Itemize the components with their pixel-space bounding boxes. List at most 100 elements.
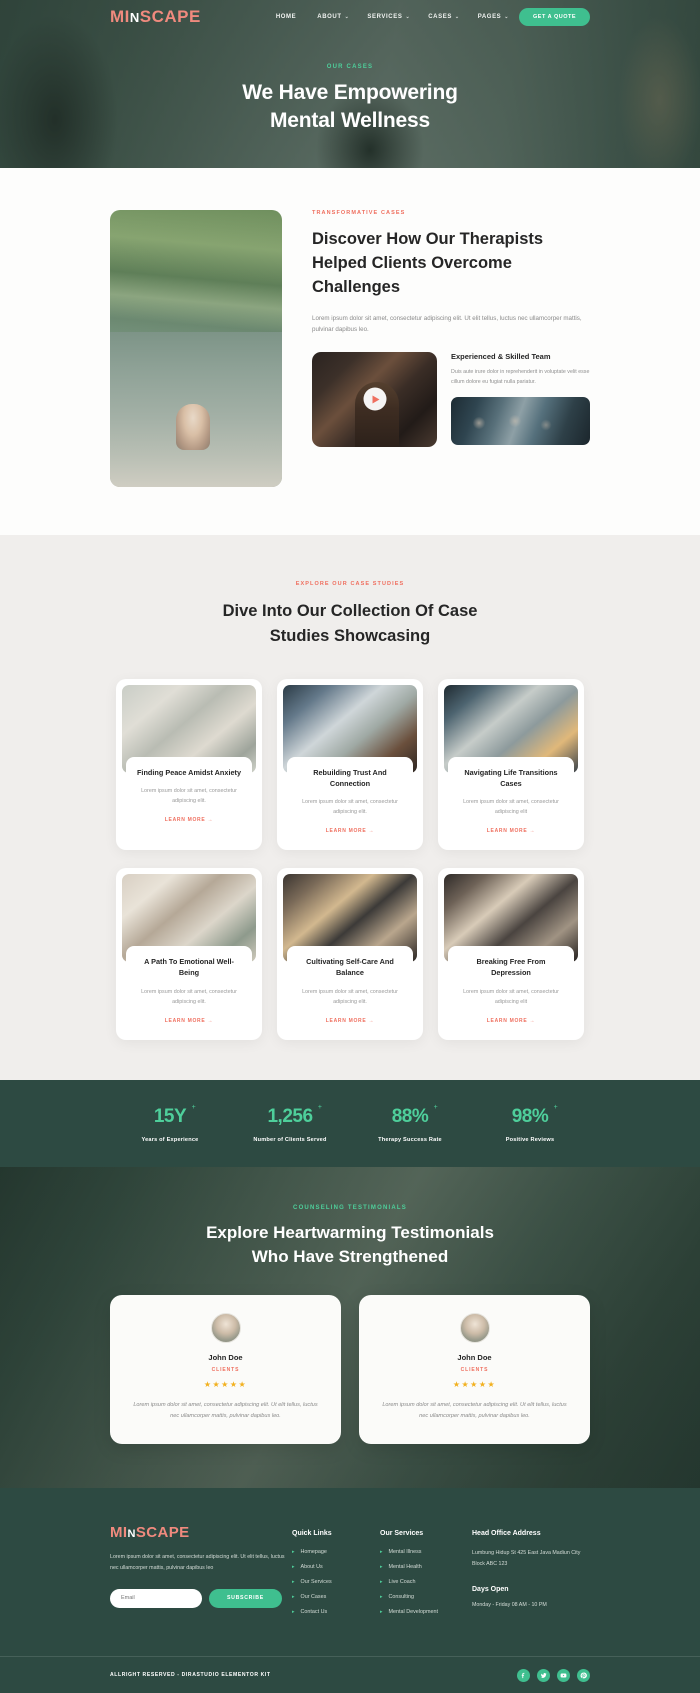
footer-address-text: Lumbung Hidup St 425 East Java Madiun Ci… <box>472 1550 581 1567</box>
testimonial-text: Lorem ipsum dolor sit amet, consectetur … <box>133 1401 318 1420</box>
case-cards-row-1: Finding Peace Amidst Anxiety Lorem ipsum… <box>116 678 584 851</box>
footer-link-consulting[interactable]: ▸ Consulting <box>380 1594 472 1600</box>
learn-more-link[interactable]: LEARN MORE → <box>135 817 243 823</box>
footer-description: Lorem ipsum dolor sit amet, consectetur … <box>110 1554 285 1571</box>
copyright-text: ALLRIGHT RESERVED - DIRASTUDIO ELEMENTOR… <box>110 1672 271 1679</box>
case-card-title: Finding Peace Amidst Anxiety <box>136 767 242 777</box>
footer-logo[interactable]: MINSCAPE <box>110 1524 292 1541</box>
twitter-icon[interactable] <box>537 1668 550 1682</box>
nav-item-services[interactable]: SERVICES ⌄ <box>367 14 410 20</box>
footer-link-label: Our Services <box>300 1579 332 1586</box>
hero-title-line-2: Mental Wellness <box>270 109 430 133</box>
chevron-down-icon: ⌄ <box>405 14 411 20</box>
learn-more-link[interactable]: LEARN MORE → <box>135 1018 243 1024</box>
case-card[interactable]: Rebuilding Trust And Connection Lorem ip… <box>277 678 423 851</box>
case-card[interactable]: Navigating Life Transitions Cases Lorem … <box>438 678 584 851</box>
discover-section: TRANSFORMATIVE CASES Discover How Our Th… <box>0 168 700 535</box>
discover-title: Discover How Our Therapists Helped Clien… <box>312 230 544 296</box>
email-field[interactable] <box>110 1588 202 1608</box>
hero-copy: OUR CASES We Have Empowering Mental Well… <box>0 64 700 136</box>
footer-link-label: Contact Us <box>300 1609 328 1616</box>
learn-more-link[interactable]: LEARN MORE → <box>457 1018 565 1024</box>
stat-plus: + <box>553 1103 558 1111</box>
footer-link-our-cases[interactable]: ▸ Our Cases <box>292 1594 380 1600</box>
learn-more-link[interactable]: LEARN MORE → <box>296 828 404 834</box>
learn-more-link[interactable]: LEARN MORE → <box>457 828 565 834</box>
footer-bottom-bar: ALLRIGHT RESERVED - DIRASTUDIO ELEMENTOR… <box>0 1656 700 1693</box>
youtube-icon[interactable] <box>557 1668 570 1682</box>
chevron-right-icon: ▸ <box>292 1549 295 1556</box>
stat-positive-reviews: 98% + Positive Reviews <box>470 1104 590 1143</box>
learn-more-label: LEARN MORE <box>486 828 528 835</box>
stat-value: 98% + <box>512 1104 558 1128</box>
stat-number: 88% <box>391 1105 429 1127</box>
footer-link-label: Homepage <box>300 1549 327 1556</box>
testimonial-role: CLIENTS <box>460 1366 489 1373</box>
stat-label: Years of Experience <box>141 1136 199 1143</box>
testimonial-card[interactable]: John Doe CLIENTS ★★★★★ Lorem ipsum dolor… <box>359 1294 590 1445</box>
chevron-right-icon: ▸ <box>380 1594 383 1601</box>
team-image <box>451 397 590 446</box>
case-card[interactable]: Cultivating Self-Care And Balance Lorem … <box>277 868 423 1040</box>
case-card[interactable]: A Path To Emotional Well-Being Lorem ips… <box>116 868 262 1040</box>
site-footer: MINSCAPE Lorem ipsum dolor sit amet, con… <box>0 1488 700 1693</box>
stat-clients-served: 1,256 + Number of Clients Served <box>230 1104 350 1143</box>
case-card-description: Lorem ipsum dolor sit amet, consectetur … <box>463 988 559 1005</box>
footer-link-contact-us[interactable]: ▸ Contact Us <box>292 1609 380 1615</box>
learn-more-label: LEARN MORE <box>164 1017 206 1024</box>
learn-more-label: LEARN MORE <box>486 1017 528 1024</box>
footer-days-open-title: Days Open <box>472 1585 509 1593</box>
footer-link-homepage[interactable]: ▸ Homepage <box>292 1549 380 1555</box>
pinterest-icon[interactable] <box>577 1668 590 1682</box>
case-card-description: Lorem ipsum dolor sit amet, consectetur … <box>302 988 398 1005</box>
stat-label: Therapy Success Rate <box>378 1136 442 1143</box>
footer-link-about-us[interactable]: ▸ About Us <box>292 1564 380 1570</box>
cases-title-line-2: Studies Showcasing <box>269 626 431 645</box>
footer-link-mental-illness[interactable]: ▸ Mental Illness <box>380 1549 472 1555</box>
footer-logo-part-3: SCAPE <box>135 1524 190 1542</box>
case-card-title: Rebuilding Trust And Connection <box>313 767 387 788</box>
chevron-down-icon: ⌄ <box>454 14 460 20</box>
footer-column-title: Quick Links <box>292 1530 332 1538</box>
star-rating-icon: ★★★★★ <box>452 1379 497 1389</box>
chevron-down-icon: ⌄ <box>344 14 350 20</box>
testimonial-name: John Doe <box>457 1352 492 1362</box>
hero-section: MINSCAPE HOME ABOUT ⌄ SERVICES ⌄ CASES ⌄… <box>0 0 700 168</box>
main-navigation: HOME ABOUT ⌄ SERVICES ⌄ CASES ⌄ PAGES ⌄ <box>276 14 509 20</box>
chevron-down-icon: ⌄ <box>504 14 510 20</box>
footer-column-title: Our Services <box>380 1530 424 1538</box>
footer-services-column: Our Services ▸ Mental Illness ▸ Mental Hea… <box>380 1524 472 1624</box>
nav-item-cases[interactable]: CASES ⌄ <box>428 14 459 20</box>
footer-link-label: About Us <box>300 1564 323 1571</box>
testimonial-card[interactable]: John Doe CLIENTS ★★★★★ Lorem ipsum dolor… <box>110 1294 341 1445</box>
nav-item-about[interactable]: ABOUT ⌄ <box>317 14 349 20</box>
footer-link-mental-development[interactable]: ▸ Mental Development <box>380 1609 472 1615</box>
hero-title: We Have Empowering Mental Wellness <box>0 79 700 136</box>
footer-link-mental-health[interactable]: ▸ Mental Health <box>380 1564 472 1570</box>
cases-eyebrow: EXPLORE OUR CASE STUDIES <box>295 581 405 587</box>
nav-item-home[interactable]: HOME <box>276 14 299 20</box>
case-cards-row-2: A Path To Emotional Well-Being Lorem ips… <box>116 868 584 1040</box>
footer-address-title: Head Office Address <box>472 1530 541 1538</box>
site-logo[interactable]: MINSCAPE <box>110 7 201 27</box>
video-thumbnail[interactable] <box>312 351 437 447</box>
learn-more-link[interactable]: LEARN MORE → <box>296 1018 404 1024</box>
footer-logo-part-1: MI <box>110 1524 128 1542</box>
case-card[interactable]: Finding Peace Amidst Anxiety Lorem ipsum… <box>116 678 262 851</box>
chevron-right-icon: ▸ <box>380 1549 383 1556</box>
learn-more-label: LEARN MORE <box>325 828 367 835</box>
facebook-icon[interactable] <box>517 1668 530 1682</box>
stat-therapy-success-rate: 88% + Therapy Success Rate <box>350 1104 470 1143</box>
team-block-description: Duis aute irure dolor in reprehenderit i… <box>451 368 590 386</box>
footer-link-live-coach[interactable]: ▸ Live Coach <box>380 1579 472 1585</box>
nav-item-pages[interactable]: PAGES ⌄ <box>478 14 509 20</box>
play-icon[interactable] <box>363 387 386 411</box>
case-card[interactable]: Breaking Free From Depression Lorem ipsu… <box>438 868 584 1040</box>
footer-link-our-services[interactable]: ▸ Our Services <box>292 1579 380 1585</box>
subscribe-button[interactable]: SUBSCRIBE <box>209 1588 282 1608</box>
play-triangle <box>372 395 379 404</box>
get-a-quote-button[interactable]: GET A QUOTE <box>519 8 590 26</box>
testimonial-text: Lorem ipsum dolor sit amet, consectetur … <box>382 1401 567 1420</box>
footer-link-label: Our Cases <box>300 1594 327 1601</box>
case-studies-header: EXPLORE OUR CASE STUDIES Dive Into Our C… <box>0 581 700 649</box>
